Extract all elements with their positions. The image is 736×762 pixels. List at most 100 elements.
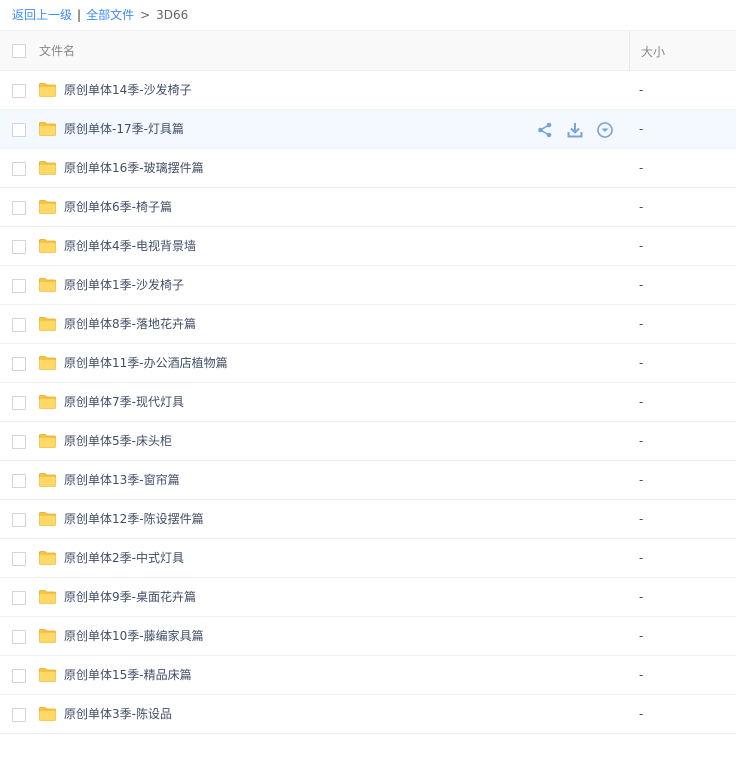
file-size: - bbox=[639, 434, 644, 448]
file-size: - bbox=[639, 278, 644, 292]
back-link[interactable]: 返回上一级 bbox=[12, 8, 72, 22]
breadcrumb-separator: | bbox=[77, 8, 82, 22]
current-folder: 3D66 bbox=[156, 8, 189, 22]
row-checkbox[interactable] bbox=[12, 162, 26, 176]
file-row[interactable]: 原创单体4季-电视背景墙 - bbox=[0, 227, 736, 266]
file-row[interactable]: 原创单体8季-落地花卉篇 - bbox=[0, 305, 736, 344]
file-list-header: 文件名 大小 bbox=[0, 30, 736, 71]
file-row[interactable]: 原创单体2季-中式灯具 - bbox=[0, 539, 736, 578]
folder-icon bbox=[39, 277, 56, 292]
file-row[interactable]: 原创单体1季-沙发椅子 - bbox=[0, 266, 736, 305]
breadcrumb-arrow: > bbox=[140, 8, 151, 22]
file-size: - bbox=[639, 512, 644, 526]
row-checkbox[interactable] bbox=[12, 318, 26, 332]
folder-icon bbox=[39, 589, 56, 604]
breadcrumb: 返回上一级 | 全部文件 >3D66 bbox=[0, 0, 736, 30]
file-row[interactable]: 原创单体-17季-灯具篇 - bbox=[0, 110, 736, 149]
file-size: - bbox=[639, 200, 644, 214]
file-size: - bbox=[639, 551, 644, 565]
file-name-link[interactable]: 原创单体3季-陈设品 bbox=[64, 695, 172, 734]
folder-icon bbox=[39, 472, 56, 487]
row-checkbox[interactable] bbox=[12, 552, 26, 566]
row-checkbox[interactable] bbox=[12, 279, 26, 293]
file-row[interactable]: 原创单体13季-窗帘篇 - bbox=[0, 461, 736, 500]
folder-icon bbox=[39, 355, 56, 370]
file-name-link[interactable]: 原创单体14季-沙发椅子 bbox=[64, 71, 192, 110]
file-size: - bbox=[639, 473, 644, 487]
file-name-link[interactable]: 原创单体5季-床头柜 bbox=[64, 422, 172, 461]
row-checkbox[interactable] bbox=[12, 591, 26, 605]
file-row[interactable]: 原创单体9季-桌面花卉篇 - bbox=[0, 578, 736, 617]
file-name-link[interactable]: 原创单体2季-中式灯具 bbox=[64, 539, 184, 578]
file-name-link[interactable]: 原创单体6季-椅子篇 bbox=[64, 188, 172, 227]
row-checkbox[interactable] bbox=[12, 474, 26, 488]
file-size: - bbox=[639, 668, 644, 682]
folder-icon bbox=[39, 550, 56, 565]
row-checkbox[interactable] bbox=[12, 123, 26, 137]
file-row[interactable]: 原创单体15季-精品床篇 - bbox=[0, 656, 736, 695]
row-checkbox[interactable] bbox=[12, 513, 26, 527]
folder-icon bbox=[39, 667, 56, 682]
folder-icon bbox=[39, 706, 56, 721]
size-column-header[interactable]: 大小 bbox=[629, 31, 736, 71]
file-name-link[interactable]: 原创单体12季-陈设摆件篇 bbox=[64, 500, 204, 539]
select-all-checkbox[interactable] bbox=[12, 44, 26, 58]
name-column-header[interactable]: 文件名 bbox=[39, 31, 75, 71]
file-size: - bbox=[639, 590, 644, 604]
row-checkbox[interactable] bbox=[12, 396, 26, 410]
folder-icon bbox=[39, 394, 56, 409]
folder-icon bbox=[39, 316, 56, 331]
folder-icon bbox=[39, 628, 56, 643]
row-checkbox[interactable] bbox=[12, 708, 26, 722]
file-row[interactable]: 原创单体10季-藤编家具篇 - bbox=[0, 617, 736, 656]
chevron-down-circle-icon[interactable] bbox=[596, 121, 614, 139]
file-row[interactable]: 原创单体7季-现代灯具 - bbox=[0, 383, 736, 422]
file-name-link[interactable]: 原创单体1季-沙发椅子 bbox=[64, 266, 184, 305]
row-checkbox[interactable] bbox=[12, 435, 26, 449]
file-name-link[interactable]: 原创单体-17季-灯具篇 bbox=[64, 110, 184, 149]
folder-icon bbox=[39, 238, 56, 253]
row-checkbox[interactable] bbox=[12, 240, 26, 254]
file-name-link[interactable]: 原创单体16季-玻璃摆件篇 bbox=[64, 149, 204, 188]
file-size: - bbox=[639, 83, 644, 97]
folder-icon bbox=[39, 433, 56, 448]
folder-icon bbox=[39, 82, 56, 97]
row-checkbox[interactable] bbox=[12, 84, 26, 98]
file-size: - bbox=[639, 161, 644, 175]
file-row[interactable]: 原创单体5季-床头柜 - bbox=[0, 422, 736, 461]
file-size: - bbox=[639, 239, 644, 253]
file-name-link[interactable]: 原创单体7季-现代灯具 bbox=[64, 383, 184, 422]
file-list: 原创单体14季-沙发椅子 - 原创单体-17季-灯具篇 - 原创单体16季-玻璃摆件篇 -… bbox=[0, 71, 736, 734]
file-row[interactable]: 原创单体16季-玻璃摆件篇 - bbox=[0, 149, 736, 188]
file-size: - bbox=[639, 356, 644, 370]
file-size: - bbox=[639, 629, 644, 643]
file-name-link[interactable]: 原创单体10季-藤编家具篇 bbox=[64, 617, 204, 656]
file-row[interactable]: 原创单体12季-陈设摆件篇 - bbox=[0, 500, 736, 539]
file-size: - bbox=[639, 707, 644, 721]
file-name-link[interactable]: 原创单体13季-窗帘篇 bbox=[64, 461, 180, 500]
folder-icon bbox=[39, 121, 56, 136]
folder-icon bbox=[39, 511, 56, 526]
file-name-link[interactable]: 原创单体4季-电视背景墙 bbox=[64, 227, 196, 266]
file-name-link[interactable]: 原创单体11季-办公酒店植物篇 bbox=[64, 344, 228, 383]
download-icon[interactable] bbox=[566, 121, 584, 139]
file-name-link[interactable]: 原创单体15季-精品床篇 bbox=[64, 656, 192, 695]
file-name-link[interactable]: 原创单体8季-落地花卉篇 bbox=[64, 305, 196, 344]
file-name-link[interactable]: 原创单体9季-桌面花卉篇 bbox=[64, 578, 196, 617]
row-checkbox[interactable] bbox=[12, 669, 26, 683]
file-row[interactable]: 原创单体11季-办公酒店植物篇 - bbox=[0, 344, 736, 383]
file-row[interactable]: 原创单体14季-沙发椅子 - bbox=[0, 71, 736, 110]
share-icon[interactable] bbox=[536, 121, 554, 139]
file-size: - bbox=[639, 317, 644, 331]
file-row[interactable]: 原创单体3季-陈设品 - bbox=[0, 695, 736, 734]
file-row[interactable]: 原创单体6季-椅子篇 - bbox=[0, 188, 736, 227]
row-checkbox[interactable] bbox=[12, 630, 26, 644]
all-files-link[interactable]: 全部文件 bbox=[86, 8, 134, 22]
file-size: - bbox=[639, 122, 644, 136]
folder-icon bbox=[39, 199, 56, 214]
file-size: - bbox=[639, 395, 644, 409]
folder-icon bbox=[39, 160, 56, 175]
row-checkbox[interactable] bbox=[12, 357, 26, 371]
row-checkbox[interactable] bbox=[12, 201, 26, 215]
row-actions bbox=[536, 121, 614, 139]
